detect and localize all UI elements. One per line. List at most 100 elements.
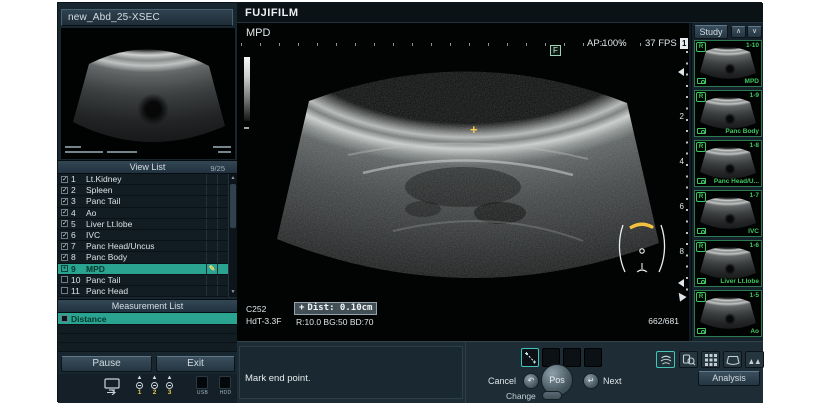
thumbnail-number: 1-5 bbox=[750, 292, 759, 299]
view-number: 2 bbox=[71, 185, 86, 195]
dual-compare-icon[interactable] bbox=[745, 351, 764, 368]
view-checkbox[interactable] bbox=[58, 287, 71, 294]
thumbnail-view-label: Liver Lt.lobe bbox=[720, 278, 759, 285]
view-checkbox[interactable]: ✓ bbox=[58, 209, 71, 216]
hdd-indicator: HDD bbox=[219, 376, 232, 396]
study-thumbnail[interactable]: R 1-6 Liver Lt.lobe bbox=[694, 240, 762, 287]
view-name: Spleen bbox=[86, 185, 206, 195]
view-list-row[interactable]: ✓ 1 Lt.Kidney bbox=[58, 174, 237, 185]
change-button[interactable] bbox=[542, 391, 562, 400]
scrollbar-thumb[interactable] bbox=[230, 184, 236, 228]
next-enter-button[interactable]: ↵ bbox=[583, 373, 599, 389]
study-thumbnail[interactable]: R 1-8 Panc Head/U... bbox=[694, 140, 762, 187]
view-name: IVC bbox=[86, 230, 206, 240]
grid-view-icon[interactable] bbox=[701, 351, 720, 368]
thumbnail-view-label: Ao bbox=[750, 328, 759, 335]
view-name: Panc Head bbox=[86, 286, 206, 296]
bottom-control-bar: Mark end point. bbox=[237, 341, 689, 403]
empty-row bbox=[58, 325, 237, 334]
measurement-row[interactable]: Distance bbox=[58, 313, 237, 325]
view-checkbox[interactable]: ✓ bbox=[58, 187, 71, 194]
hdd-drive-icon bbox=[219, 376, 231, 389]
view-number: 5 bbox=[71, 219, 86, 229]
view-list-row[interactable]: ✓ 6 IVC bbox=[58, 230, 237, 241]
reference-ultrasound-image bbox=[61, 28, 235, 159]
view-list-row[interactable]: 11 Panc Head bbox=[58, 286, 237, 297]
view-list-row[interactable]: ✓ 2 Spleen bbox=[58, 185, 237, 196]
tool-slot[interactable] bbox=[521, 348, 539, 367]
study-thumbnail[interactable]: R 1-7 IVC bbox=[694, 190, 762, 237]
view-name: Panc Body bbox=[86, 252, 206, 262]
probe-model-readout: C252 bbox=[246, 304, 266, 314]
image-parameters-readout: R:10.0 BG:50 BD:70 bbox=[296, 317, 374, 327]
view-list-row[interactable]: ✓ 8 Panc Body bbox=[58, 252, 237, 263]
exit-button[interactable]: Exit bbox=[156, 356, 235, 372]
r-badge: R bbox=[696, 292, 706, 302]
empty-row bbox=[58, 334, 237, 343]
footswitch-pedal-icon bbox=[136, 382, 143, 389]
view-list-row[interactable]: ✓ 7 Panc Head/Uncus bbox=[58, 241, 237, 252]
view-number: 8 bbox=[71, 252, 86, 262]
distance-caliper-icon bbox=[523, 350, 538, 365]
empty-row bbox=[58, 343, 237, 352]
camera-icon bbox=[697, 78, 706, 84]
view-list-header: View List 9/25 bbox=[58, 160, 237, 174]
view-checkbox[interactable] bbox=[58, 276, 71, 283]
thumbnail-view-label: Panc Body bbox=[725, 128, 759, 135]
view-checkbox[interactable]: ✓ bbox=[58, 198, 71, 205]
footswitch-number: 1 bbox=[138, 389, 142, 397]
patient-search-icon[interactable] bbox=[679, 351, 698, 368]
view-list-scrollbar[interactable]: ▲ ▼ bbox=[228, 174, 237, 297]
view-name: MPD bbox=[86, 264, 206, 274]
tool-slot[interactable] bbox=[584, 348, 602, 367]
view-checkbox[interactable]: ✓ bbox=[58, 176, 71, 183]
footswitch-arrow-icon: ▲ bbox=[137, 375, 143, 382]
view-number: 10 bbox=[71, 275, 86, 285]
view-checkbox[interactable]: ✓ bbox=[58, 254, 71, 261]
measurement-cursor[interactable]: + bbox=[470, 122, 478, 137]
view-list-row[interactable]: ✓ 4 Ao bbox=[58, 208, 237, 219]
view-checkbox[interactable]: ● bbox=[58, 265, 71, 272]
monitor-export-icon bbox=[102, 377, 122, 395]
view-number: 9 bbox=[71, 264, 86, 274]
active-caliper-mark: + bbox=[299, 303, 304, 314]
view-list-row[interactable]: 10 Panc Tail bbox=[58, 275, 237, 286]
measurement-checkbox[interactable] bbox=[58, 315, 71, 322]
view-checkbox[interactable]: ✓ bbox=[58, 232, 71, 239]
chevron-down-icon[interactable]: ∨ bbox=[747, 26, 762, 38]
view-checkbox[interactable]: ✓ bbox=[58, 243, 71, 250]
study-thumbnail[interactable]: R 1-9 Panc Body bbox=[694, 90, 762, 137]
mode-tools-panel: Analysis bbox=[656, 341, 763, 403]
footswitch-number: 3 bbox=[168, 389, 172, 397]
cancel-label: Cancel bbox=[488, 376, 516, 386]
grayscale-tick bbox=[244, 127, 249, 129]
brand-bar: FUJIFILM bbox=[237, 3, 763, 23]
study-thumbnail[interactable]: R 1-5 Ao bbox=[694, 290, 762, 337]
study-thumbnail[interactable]: R 1-10 MPD bbox=[694, 40, 762, 87]
camera-icon bbox=[697, 178, 706, 184]
view-list-row[interactable]: ✓ 3 Panc Tail bbox=[58, 196, 237, 207]
tool-slot[interactable] bbox=[563, 348, 581, 367]
footswitch-arrow-icon: ▲ bbox=[167, 375, 173, 382]
view-number: 3 bbox=[71, 196, 86, 206]
view-name: Liver Lt.lobe bbox=[86, 219, 206, 229]
view-list-row[interactable]: ● 9 MPD ✎ bbox=[58, 264, 237, 275]
view-list-row[interactable]: ✓ 5 Liver Lt.lobe bbox=[58, 219, 237, 230]
chevron-up-icon[interactable]: ∧ bbox=[731, 26, 746, 38]
analysis-button[interactable]: Analysis bbox=[698, 371, 760, 386]
cancel-button[interactable]: ↶ bbox=[523, 373, 539, 389]
view-number: 7 bbox=[71, 241, 86, 251]
camera-icon bbox=[697, 328, 706, 334]
thumbnail-number: 1-6 bbox=[750, 242, 759, 249]
footswitch-indicator: ▲ 2 bbox=[149, 375, 160, 397]
probe-icon[interactable] bbox=[656, 351, 675, 368]
footswitch-indicator: ▲ 3 bbox=[164, 375, 175, 397]
study-button[interactable]: Study bbox=[694, 25, 728, 39]
scroll-down-icon[interactable]: ▼ bbox=[229, 288, 237, 297]
scroll-up-icon[interactable]: ▲ bbox=[229, 174, 237, 183]
distance-readout: + Dist: 0.10cm bbox=[294, 302, 377, 315]
image-area-icon[interactable] bbox=[723, 351, 742, 368]
pause-button[interactable]: Pause bbox=[61, 356, 152, 372]
study-panel: Study ∧ ∨ R 1-10 MPD R 1-9 Panc Body bbox=[691, 23, 763, 341]
view-checkbox[interactable]: ✓ bbox=[58, 220, 71, 227]
